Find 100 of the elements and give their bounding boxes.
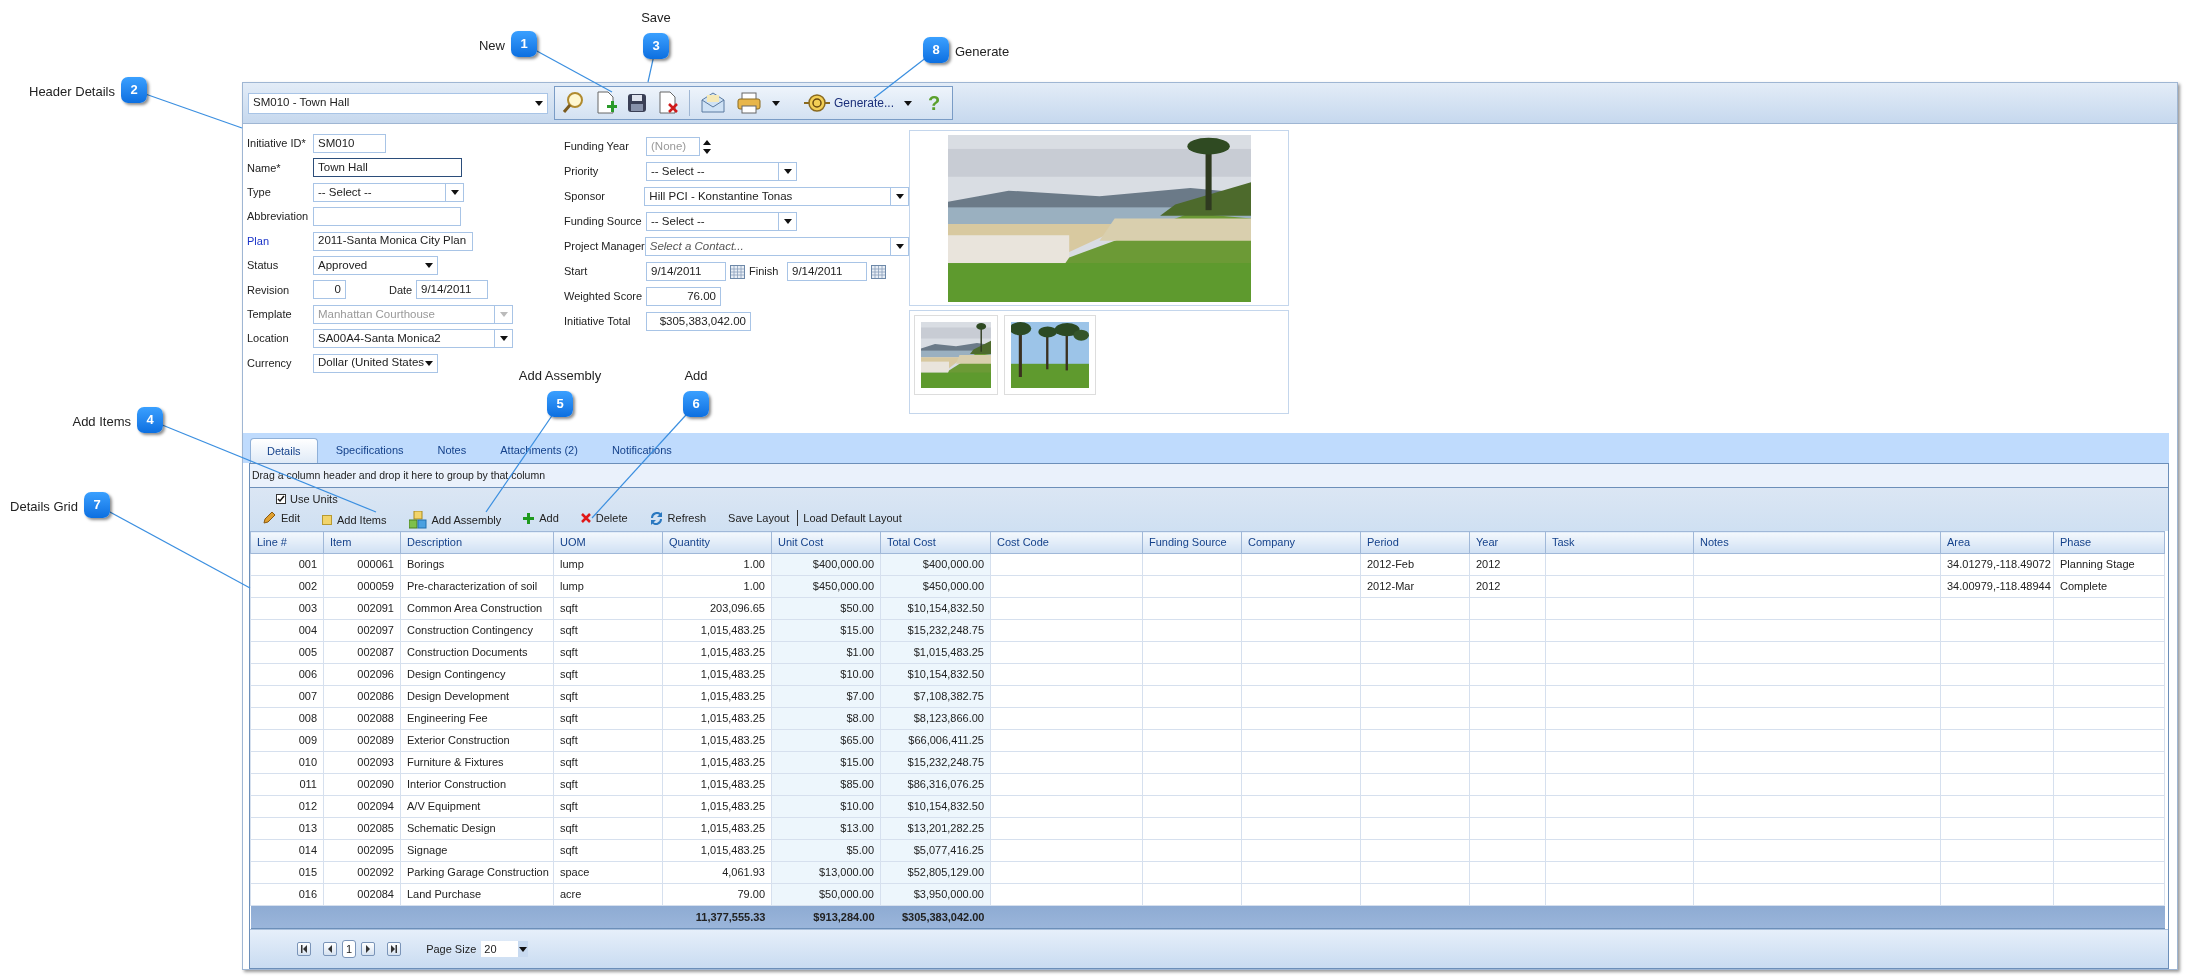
- table-cell: 007: [250, 685, 324, 708]
- table-cell: 1,015,483.25: [662, 751, 772, 774]
- table-cell: 002086: [323, 685, 401, 708]
- table-cell: acre: [553, 883, 663, 906]
- callout-label: Details Grid: [10, 499, 78, 514]
- generate-button[interactable]: Generate...: [834, 94, 895, 112]
- table-cell: Furniture & Fixtures: [400, 751, 554, 774]
- toolbar-button[interactable]: Save Layout: [728, 509, 790, 527]
- input-field[interactable]: 9/14/2011: [646, 262, 726, 281]
- column-header[interactable]: Cost Code: [990, 531, 1143, 554]
- dropdown[interactable]: -- Select --: [646, 212, 797, 231]
- column-header[interactable]: Unit Cost: [771, 531, 881, 554]
- column-header[interactable]: UOM: [553, 531, 663, 554]
- table-cell: 012: [250, 795, 324, 818]
- field-label: Funding Source: [564, 214, 643, 230]
- input-field[interactable]: SM010: [313, 134, 386, 153]
- table-cell: Construction Documents: [400, 641, 554, 664]
- table-cell: 002097: [323, 619, 401, 642]
- caret-icon: [425, 262, 433, 268]
- field-label: Start: [564, 264, 589, 280]
- table-cell: lump: [553, 553, 663, 576]
- field-label: Weighted Score: [564, 289, 644, 305]
- column-header[interactable]: Item: [323, 531, 401, 554]
- column-header[interactable]: Area: [1940, 531, 2054, 554]
- toolbar-button[interactable]: Edit: [262, 509, 300, 527]
- thumbnail[interactable]: [1004, 315, 1096, 395]
- input-field[interactable]: [313, 207, 461, 227]
- toolbar-button[interactable]: Load Default Layout: [797, 509, 902, 527]
- input-field[interactable]: 2011-Santa Monica City Plan: [313, 231, 473, 251]
- pager-button[interactable]: [323, 942, 337, 956]
- toolbar-button[interactable]: Add Assembly: [408, 511, 502, 529]
- field-label: Currency: [247, 355, 293, 371]
- calendar-icon[interactable]: [730, 264, 745, 279]
- column-header[interactable]: Funding Source: [1142, 531, 1242, 554]
- column-header[interactable]: Company: [1241, 531, 1361, 554]
- column-header[interactable]: Task: [1545, 531, 1694, 554]
- pager-button[interactable]: [297, 942, 311, 956]
- table-cell: 1,015,483.25: [662, 619, 772, 642]
- column-header[interactable]: Year: [1469, 531, 1546, 554]
- input-field[interactable]: 9/14/2011: [787, 262, 867, 281]
- dropdown[interactable]: -- Select --: [646, 162, 797, 181]
- column-header[interactable]: Quantity: [662, 531, 772, 554]
- pager-button[interactable]: [387, 942, 402, 956]
- input-field[interactable]: Town Hall: [313, 158, 462, 178]
- save-icon[interactable]: [627, 93, 647, 113]
- spinner-arrows-icon[interactable]: [703, 138, 711, 155]
- first-page-icon: [300, 945, 308, 953]
- toolbar-button[interactable]: Delete: [580, 509, 628, 527]
- table-cell: 013: [250, 817, 324, 840]
- page-size-dropdown[interactable]: 20: [481, 941, 529, 957]
- table-cell: Land Purchase: [400, 883, 554, 906]
- input-field[interactable]: 0: [313, 280, 346, 300]
- email-icon[interactable]: [700, 92, 726, 114]
- toolbar-button[interactable]: Add Items: [321, 511, 387, 529]
- dropdown[interactable]: -- Select --: [313, 182, 464, 202]
- table-cell: 002092: [323, 861, 401, 884]
- column-header[interactable]: Phase: [2053, 531, 2165, 554]
- field-label[interactable]: Plan: [247, 232, 313, 250]
- table-cell: 008: [250, 707, 324, 730]
- dropdown[interactable]: Select a Contact...: [644, 237, 909, 256]
- input-field[interactable]: 9/14/2011: [416, 280, 488, 300]
- callout-label: New: [479, 38, 505, 53]
- caret-icon: [895, 194, 904, 199]
- table-cell: 2012: [1469, 575, 1546, 598]
- tab[interactable]: Specifications: [319, 438, 420, 463]
- field-label: Project Manager: [564, 239, 645, 255]
- caret-icon: [783, 169, 792, 174]
- pager-button[interactable]: [361, 942, 376, 956]
- input-field[interactable]: $305,383,042.00: [646, 312, 751, 331]
- callout-label: Add: [684, 368, 708, 383]
- tab[interactable]: Details: [250, 438, 318, 463]
- table-cell: 002095: [323, 839, 401, 862]
- input-field[interactable]: 76.00: [646, 287, 721, 306]
- new-document-icon[interactable]: [595, 91, 617, 115]
- tab[interactable]: Notes: [421, 438, 483, 463]
- toolbar-button[interactable]: Add: [523, 509, 559, 527]
- column-header[interactable]: Period: [1360, 531, 1470, 554]
- dropdown[interactable]: Approved: [313, 255, 438, 275]
- column-header[interactable]: Description: [400, 531, 554, 554]
- delete-document-icon[interactable]: [657, 91, 679, 115]
- calendar-icon[interactable]: [871, 264, 886, 279]
- table-cell: sqft: [553, 641, 663, 664]
- table-cell: 34.01279,-118.49072: [1940, 553, 2054, 576]
- table-cell: Complete: [2053, 575, 2165, 598]
- dropdown[interactable]: SA00A4-Santa Monica2: [313, 329, 513, 349]
- toolbar-button[interactable]: Refresh: [649, 509, 707, 527]
- printer-icon[interactable]: [736, 92, 762, 114]
- record-selector[interactable]: SM010 - Town Hall: [248, 92, 548, 114]
- total-cell: 11,377,555.33: [662, 905, 772, 929]
- column-header[interactable]: Total Cost: [880, 531, 991, 554]
- search-icon[interactable]: [561, 91, 585, 115]
- checkbox[interactable]: [276, 494, 286, 504]
- dropdown[interactable]: Hill PCI - Konstantine Tonas: [644, 187, 909, 206]
- callout-badge: 5: [547, 391, 573, 417]
- dropdown[interactable]: Dollar (United States: [313, 353, 438, 373]
- table-cell: 1.00: [662, 553, 772, 576]
- column-header[interactable]: Line #: [250, 531, 324, 554]
- thumbnail[interactable]: [914, 315, 998, 395]
- page-number[interactable]: 1: [342, 940, 357, 958]
- column-header[interactable]: Notes: [1693, 531, 1941, 554]
